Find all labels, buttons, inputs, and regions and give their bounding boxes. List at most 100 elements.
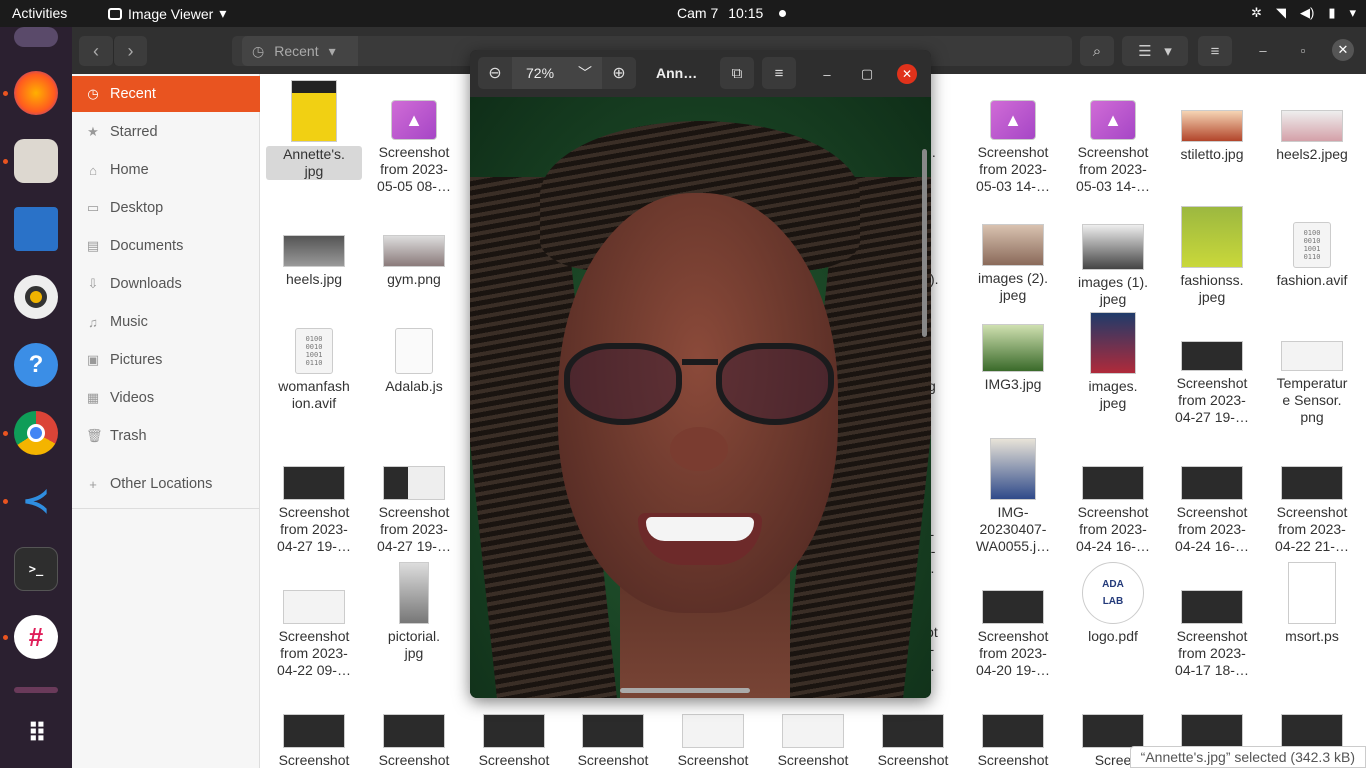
terminal-icon[interactable]: >_	[14, 547, 58, 591]
file-item[interactable]: Screenshot from 2023- 04-17 18-…	[1164, 590, 1260, 679]
zoom-level-dropdown[interactable]: 72% ﹀	[512, 57, 602, 89]
sidebar-item-trash[interactable]: 🗑 Trash	[72, 418, 260, 454]
vertical-scrollbar[interactable]	[922, 149, 927, 337]
file-item[interactable]: Screenshot from 2023- 04-24 16-…	[1164, 466, 1260, 555]
viewer-maximize-button[interactable]: ▢	[857, 64, 877, 84]
glasses-lens-left	[564, 343, 682, 425]
file-item[interactable]: ▲ Screenshot from 2023- 05-03 14-…	[965, 100, 1061, 195]
file-item[interactable]: msort.ps	[1264, 562, 1360, 645]
file-item[interactable]: Screenshot	[865, 714, 961, 768]
rotate-button[interactable]: ⧉	[720, 57, 754, 89]
file-item[interactable]: Screenshot	[765, 714, 861, 768]
file-item[interactable]: Screenshot	[565, 714, 661, 768]
firefox-icon[interactable]	[14, 71, 58, 115]
file-item[interactable]: Screenshot	[366, 714, 462, 768]
close-button[interactable]: ✕	[1332, 39, 1354, 61]
file-item[interactable]: Screenshot from 2023- 04-27 19-…	[1164, 341, 1260, 426]
file-item[interactable]: ADA LAB logo.pdf	[1065, 562, 1161, 645]
forward-button[interactable]: ›	[113, 36, 147, 66]
help-icon[interactable]: ?	[14, 343, 58, 387]
sidebar-item-starred[interactable]: ★ Starred	[72, 114, 260, 150]
app-menu[interactable]: Image Viewer ▾	[108, 5, 226, 22]
file-item[interactable]: IMG3.jpg	[965, 324, 1061, 393]
sidebar-item-desktop[interactable]: ▭ Desktop	[72, 190, 260, 226]
file-item[interactable]: Temperatur e Sensor. png	[1264, 341, 1360, 426]
image-file-icon: ▲	[1090, 100, 1136, 140]
file-item[interactable]: heels2.jpeg	[1264, 110, 1360, 163]
close-icon: ✕	[901, 67, 913, 81]
extension-icon[interactable]: ✲	[1251, 5, 1262, 21]
file-name: Screenshot from 2023- 04-27 19-…	[377, 504, 451, 554]
activities-button[interactable]: Activities	[12, 5, 67, 21]
file-item[interactable]: 0100 0010 1001 0110 fashion.avif	[1264, 222, 1360, 289]
horizontal-scrollbar[interactable]	[620, 688, 750, 693]
viewer-menu-button[interactable]: ≡	[762, 57, 796, 89]
file-item[interactable]: Screenshot from 2023- 04-20 19-…	[965, 590, 1061, 679]
file-item[interactable]: Annette's. jpg	[266, 80, 362, 180]
file-name: Screenshot	[777, 752, 849, 768]
viewer-minimize-button[interactable]: –	[817, 64, 837, 84]
file-item[interactable]: images (1). jpeg	[1065, 224, 1161, 308]
image-file-icon: ▲	[990, 100, 1036, 140]
menu-button[interactable]: ≡	[1198, 36, 1232, 66]
sidebar-item-pictures[interactable]: ▣ Pictures	[72, 342, 260, 378]
file-item[interactable]: ▲ Screenshot from 2023- 05-05 08-…	[366, 100, 462, 195]
file-item[interactable]: Screenshot	[266, 714, 362, 768]
file-item[interactable]: ▲ Screenshot from 2023- 05-03 14-…	[1065, 100, 1161, 195]
chrome-icon[interactable]	[14, 411, 58, 455]
file-item[interactable]: Screenshot from 2023- 04-22 09-…	[266, 590, 362, 679]
minimize-button[interactable]: –	[1252, 39, 1274, 61]
displayed-image[interactable]	[470, 97, 931, 698]
file-item[interactable]: Screenshot	[965, 714, 1061, 768]
notification-dot-icon	[779, 9, 787, 17]
zoom-in-button[interactable]: ⊕	[602, 57, 636, 89]
ubuntu-software-icon[interactable]	[14, 27, 58, 47]
file-item[interactable]: Screenshot from 2023- 04-24 16-…	[1065, 466, 1161, 555]
sidebar-item-videos[interactable]: ▦ Videos	[72, 380, 260, 416]
sidebar-item-other-locations[interactable]: + Other Locations	[72, 466, 260, 502]
file-item[interactable]: heels.jpg	[266, 235, 362, 288]
sidebar-item-downloads[interactable]: ⇩ Downloads	[72, 266, 260, 302]
path-segment-recent[interactable]: ◷ Recent ▾	[242, 36, 358, 66]
slack-icon[interactable]: #	[14, 615, 58, 659]
sidebar-item-recent[interactable]: ◷ Recent	[72, 76, 260, 112]
file-thumbnail	[399, 562, 429, 624]
file-item[interactable]: gym.png	[366, 235, 462, 288]
file-item[interactable]: images. jpeg	[1065, 312, 1161, 412]
binary-file-icon: 0100 0010 1001 0110	[1293, 222, 1331, 268]
libreoffice-writer-icon[interactable]	[14, 207, 58, 251]
file-thumbnail	[1181, 590, 1243, 624]
file-name: Screenshot from 2023- 04-24 16-…	[1076, 504, 1150, 554]
chevron-down-icon: ﹀	[578, 65, 592, 81]
file-item[interactable]: pictorial. jpg	[366, 562, 462, 662]
sidebar-item-music[interactable]: ♫ Music	[72, 304, 260, 340]
search-button[interactable]: ⌕	[1080, 36, 1114, 66]
file-item[interactable]: IMG- 20230407- WA0055.j…	[965, 438, 1061, 555]
sidebar-item-documents[interactable]: ▤ Documents	[72, 228, 260, 264]
file-item[interactable]: Screenshot from 2023- 04-27 19-…	[266, 466, 362, 555]
zoom-out-button[interactable]: ⊖	[478, 57, 512, 89]
file-item[interactable]: stiletto.jpg	[1164, 110, 1260, 163]
file-item[interactable]: Screenshot from 2023- 04-22 21-…	[1264, 466, 1360, 555]
app-grid-icon[interactable]: ⠿	[14, 711, 58, 755]
sidebar-item-home[interactable]: ⌂ Home	[72, 152, 260, 188]
file-item[interactable]: Screenshot	[665, 714, 761, 768]
view-toggle-button[interactable]: ☰ ▾	[1122, 36, 1188, 66]
file-item[interactable]: 0100 0010 1001 0110 womanfash ion.avif	[266, 328, 362, 412]
videos-icon: ▦	[86, 390, 100, 405]
system-tray[interactable]: ✲ ◥ ◀) ▮ ▾	[1251, 5, 1356, 21]
viewer-close-button[interactable]: ✕	[897, 64, 917, 84]
file-item[interactable]: Adalab.js	[366, 328, 462, 395]
maximize-button[interactable]: ▫	[1292, 39, 1314, 61]
file-item[interactable]: fashionss. jpeg	[1164, 206, 1260, 306]
rhythmbox-icon[interactable]	[14, 275, 58, 319]
file-item[interactable]: Screenshot from 2023- 04-27 19-…	[366, 466, 462, 555]
vscode-icon[interactable]: ≺	[14, 479, 58, 523]
file-thumbnail	[1181, 466, 1243, 500]
clock[interactable]: Cam 7 10:15	[677, 5, 787, 21]
hidden-dock-item[interactable]	[14, 687, 58, 693]
file-item[interactable]: images (2). jpeg	[965, 224, 1061, 304]
file-item[interactable]: Screenshot	[466, 714, 562, 768]
back-button[interactable]: ‹	[79, 36, 113, 66]
files-icon[interactable]	[14, 139, 58, 183]
